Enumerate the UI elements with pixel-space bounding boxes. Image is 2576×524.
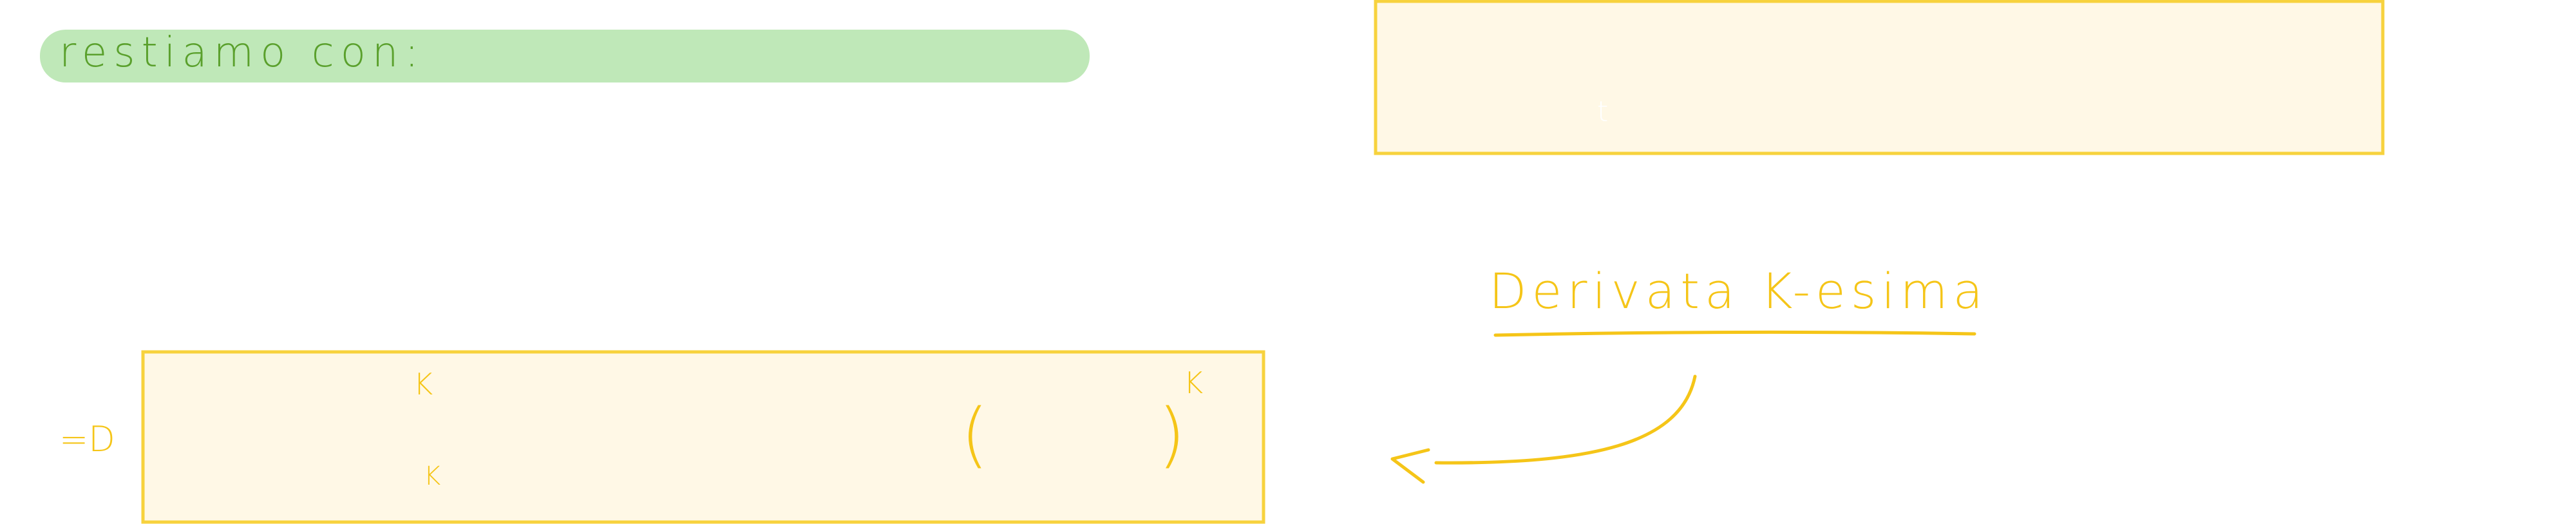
box-close-paren: ) bbox=[1158, 393, 1186, 476]
derivative-label: Derivata K-esima bbox=[1489, 262, 1988, 320]
top-formula-box bbox=[1374, 0, 2385, 155]
curved-arrow bbox=[1434, 374, 1697, 465]
box-superscript-k: K bbox=[413, 367, 433, 402]
top-box-t-mark: t bbox=[1597, 95, 1608, 128]
arrow-head bbox=[1390, 448, 1430, 484]
derivative-underline bbox=[1493, 330, 1976, 337]
note-canvas: restiamo con: t Derivata K-esima =D K K … bbox=[40, 0, 2385, 524]
bottom-formula-box bbox=[141, 350, 1265, 524]
box-outer-k: K bbox=[1184, 365, 1203, 400]
box-open-paren: ( bbox=[961, 393, 989, 476]
box-subscript-k: K bbox=[424, 461, 440, 491]
implies-symbol: =D bbox=[59, 419, 115, 460]
heading-text: restiamo con: bbox=[59, 29, 425, 77]
